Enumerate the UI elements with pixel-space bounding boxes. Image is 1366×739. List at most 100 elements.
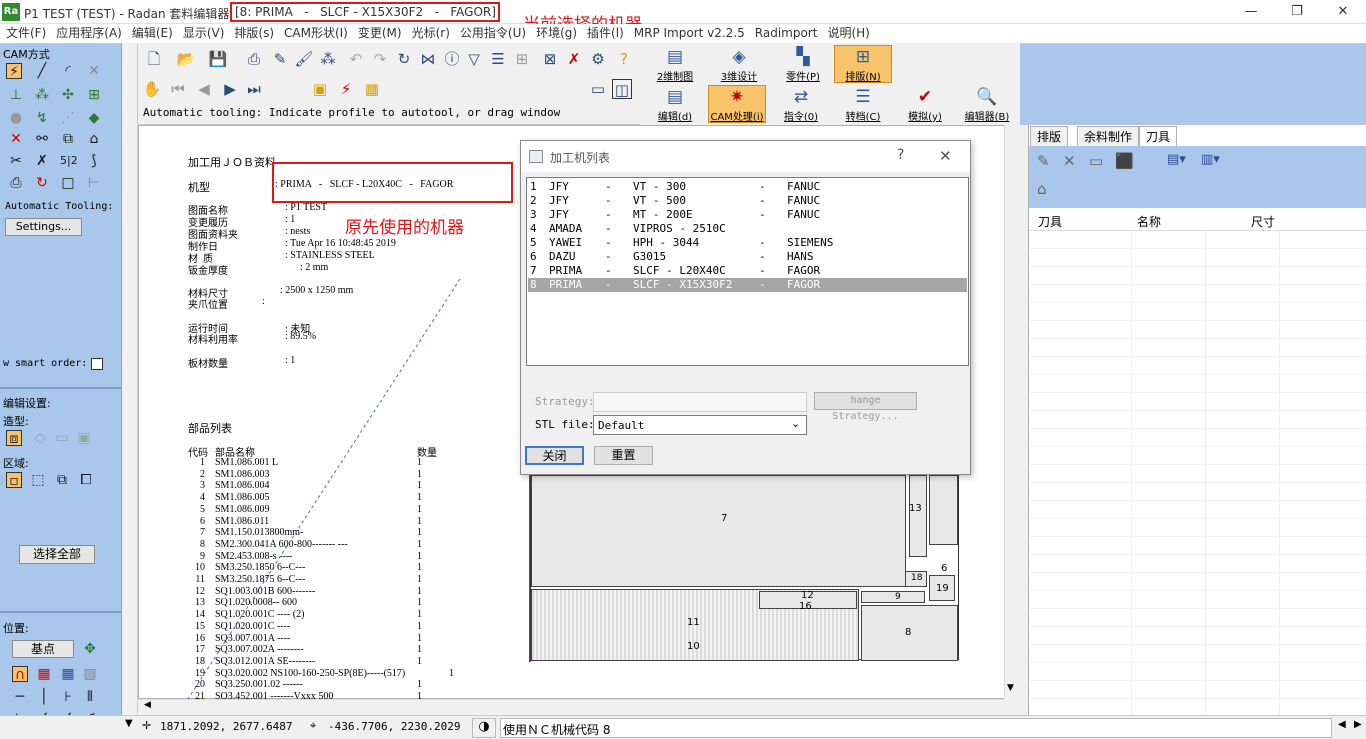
- region-stack-icon[interactable]: ⧠: [78, 472, 94, 488]
- cam-button[interactable]: ✷ CAM处理(i): [708, 85, 766, 123]
- vertical-scrollbar[interactable]: ▼: [1004, 125, 1018, 699]
- scroll-down-icon[interactable]: ▼: [1007, 683, 1014, 693]
- new-file-icon[interactable]: 🗋: [144, 49, 164, 69]
- nest-sheet[interactable]: 13 7 6 18 19 12 16 9 11 10 8: [530, 474, 959, 661]
- machine-row[interactable]: 6 - DAZU G3015 - HANS: [528, 250, 967, 264]
- machine-row[interactable]: 1 - JFY VT - 300 - FANUC: [528, 180, 967, 194]
- filter-icon[interactable]: ▽: [464, 49, 484, 69]
- info-icon[interactable]: ⓘ: [442, 49, 462, 69]
- hline-icon[interactable]: ─: [12, 689, 28, 705]
- hatch-icon[interactable]: ▧: [82, 666, 98, 682]
- view-split-icon[interactable]: ◫: [612, 79, 632, 99]
- autotool-icon[interactable]: ⚡: [6, 63, 22, 80]
- view-list-icon[interactable]: ▤▾: [1167, 152, 1186, 167]
- save-icon[interactable]: 💾: [208, 49, 228, 69]
- menu-cursor[interactable]: 光标(r): [406, 24, 454, 42]
- vline-icon[interactable]: │: [36, 689, 52, 705]
- design-3d-button[interactable]: ◈ 3维设计: [710, 45, 768, 83]
- part-6-shape[interactable]: [909, 475, 927, 557]
- menu-radimport[interactable]: Radimport: [749, 24, 822, 42]
- x-mark-icon[interactable]: ✗: [34, 153, 50, 169]
- part-7-shape[interactable]: [531, 475, 906, 587]
- part-button[interactable]: ▚ 零件(P): [774, 45, 832, 83]
- simulate-button[interactable]: ✔ 模拟(y): [896, 85, 954, 123]
- machine-row[interactable]: 8 - PRIMA SLCF - X15X30F2 - FAGOR: [528, 278, 967, 292]
- part-13-shape[interactable]: [929, 475, 958, 545]
- dotted-icon[interactable]: ⋰: [60, 110, 76, 126]
- menu-application[interactable]: 应用程序(A): [50, 24, 126, 42]
- nibble-icon[interactable]: ⁂: [34, 87, 50, 103]
- region-multi-icon[interactable]: ⧉: [54, 472, 70, 488]
- machine-row[interactable]: 4 - AMADA VIPROS - 2510C: [528, 222, 967, 236]
- snap-mode-icon[interactable]: ◑: [472, 718, 496, 738]
- square-icon[interactable]: □: [60, 175, 76, 191]
- print-icon[interactable]: ⎙: [244, 49, 264, 69]
- whatif-icon[interactable]: ⚙: [588, 49, 608, 69]
- dialog-help-button[interactable]: ?: [897, 147, 904, 163]
- tool-change-icon[interactable]: ⊞: [86, 87, 102, 103]
- copy-icon[interactable]: ⧉: [60, 131, 76, 147]
- path-icon[interactable]: ↯: [34, 110, 50, 126]
- region-window-icon[interactable]: ⬚: [30, 472, 46, 488]
- shape-pick-icon[interactable]: ⧈: [6, 430, 22, 447]
- shape-box-icon[interactable]: ▣: [76, 430, 92, 446]
- menu-view[interactable]: 显示(V): [177, 24, 229, 42]
- nest-button[interactable]: ⊞ 排版(N): [834, 45, 892, 83]
- tool-library-icon[interactable]: ⌂: [1037, 180, 1047, 198]
- arc-tool-icon[interactable]: ◜: [60, 63, 76, 79]
- open-folder-icon[interactable]: 📂: [176, 49, 196, 69]
- scroll-left-status-icon[interactable]: ◀: [1338, 719, 1346, 730]
- editor-button[interactable]: 🔍 编辑器(B): [958, 85, 1016, 123]
- tick-icon[interactable]: ⊦: [60, 689, 76, 705]
- menu-modify[interactable]: 变更(M): [352, 24, 406, 42]
- line-tool-icon[interactable]: ╱: [34, 63, 50, 79]
- brush-icon[interactable]: 🖌: [294, 49, 314, 69]
- part-9-shape[interactable]: [861, 591, 925, 603]
- prev-icon[interactable]: ◀: [194, 79, 214, 99]
- close-window-button[interactable]: ✕: [1320, 0, 1366, 24]
- delete-x-icon[interactable]: ✗: [564, 49, 584, 69]
- grid-snap-icon[interactable]: ▦: [36, 666, 52, 682]
- bars-icon[interactable]: ⫴: [82, 689, 98, 705]
- machine-row[interactable]: 7 - PRIMA SLCF - L20X40C - FAGOR: [528, 264, 967, 278]
- smart-order-checkbox[interactable]: [91, 358, 103, 370]
- tool-folder-icon[interactable]: ▭: [1089, 152, 1103, 170]
- last-icon[interactable]: ⏭: [244, 79, 264, 99]
- menu-file[interactable]: 文件(F): [0, 24, 50, 42]
- minimize-button[interactable]: —: [1228, 0, 1274, 24]
- move-icon[interactable]: ✥: [82, 641, 98, 657]
- drawing-2d-button[interactable]: ▤ 2维制图: [646, 45, 704, 83]
- region-select-icon[interactable]: ▫: [6, 472, 22, 489]
- grid-icon[interactable]: ▦: [60, 666, 76, 682]
- machine-row[interactable]: 2 - JFY VT - 500 - FANUC: [528, 194, 967, 208]
- pen-icon[interactable]: ✎: [270, 49, 290, 69]
- menu-cam-shape[interactable]: CAM形状(I): [278, 24, 352, 42]
- diamond-icon[interactable]: ◆: [86, 110, 102, 126]
- scroll-down-arrow-icon[interactable]: ▼: [125, 718, 133, 729]
- menu-utilities[interactable]: 公用指令(U): [454, 24, 530, 42]
- base-point-button[interactable]: 基点: [12, 640, 74, 658]
- menu-mrp-import[interactable]: MRP Import v2.2.5: [628, 24, 749, 42]
- refresh-icon[interactable]: ↻: [394, 49, 414, 69]
- cross-tool-icon[interactable]: ✕: [86, 63, 102, 79]
- convert-button[interactable]: ☰ 转档(C): [834, 85, 892, 123]
- redo-icon[interactable]: ↷: [370, 49, 390, 69]
- grid-punch-icon[interactable]: ✣: [60, 87, 76, 103]
- tab-remnant[interactable]: 余料制作: [1077, 126, 1140, 146]
- curve-icon[interactable]: ⟆: [86, 153, 102, 169]
- menu-help[interactable]: 说明(H): [821, 24, 873, 42]
- tab-tools[interactable]: 刀具: [1139, 126, 1178, 146]
- menu-nest[interactable]: 排版(s): [228, 24, 278, 42]
- menu-environment[interactable]: 环境(g): [530, 24, 581, 42]
- delete-tool-icon[interactable]: ✕: [8, 131, 24, 147]
- machine-row[interactable]: 5 - YAWEI HPH - 3044 - SIEMENS: [528, 236, 967, 250]
- excel-icon[interactable]: ⊠: [540, 49, 560, 69]
- grid-toggle-icon[interactable]: ⊞: [512, 49, 532, 69]
- punch-icon[interactable]: ⊥: [8, 87, 24, 103]
- menu-plugins[interactable]: 插件(l): [581, 24, 628, 42]
- stl-file-select[interactable]: Default ⌄: [593, 415, 807, 435]
- shape-folder-icon[interactable]: ▭: [54, 430, 70, 446]
- select-all-button[interactable]: 选择全部: [19, 545, 95, 564]
- first-icon[interactable]: ⏮: [168, 79, 188, 99]
- magnet-icon[interactable]: ∩: [12, 666, 28, 683]
